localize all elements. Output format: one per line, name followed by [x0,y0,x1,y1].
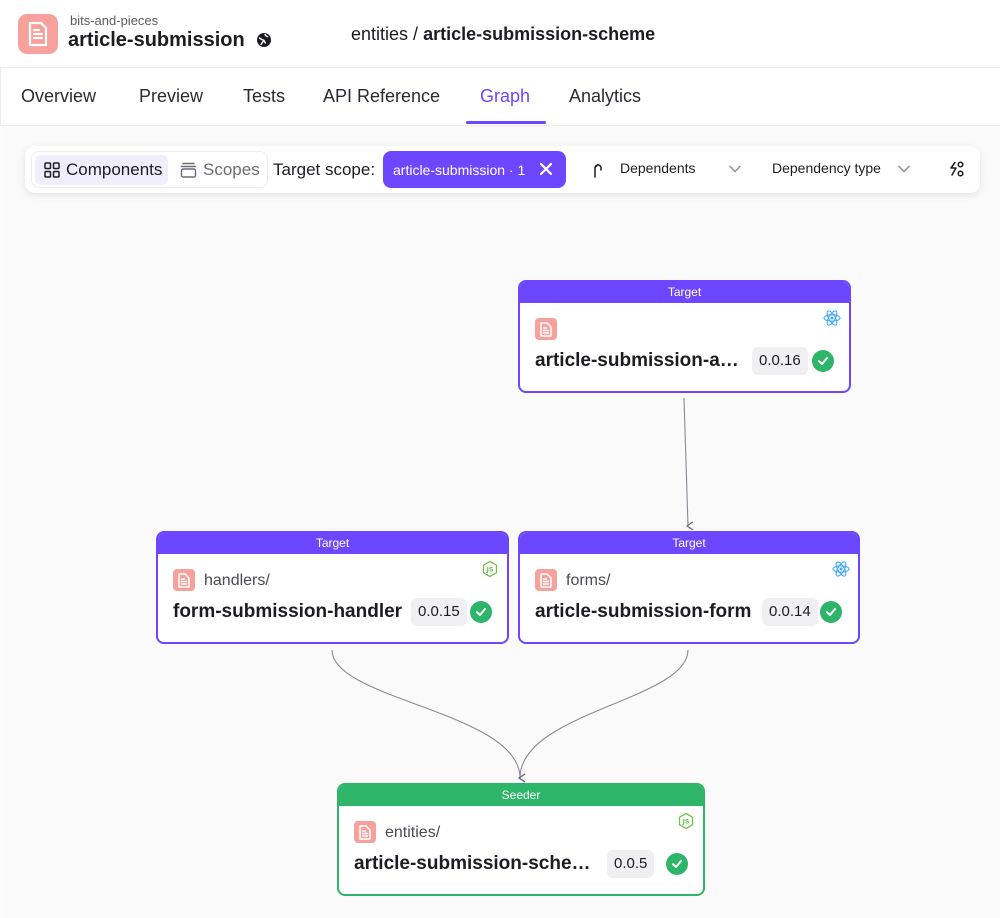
version-badge: 0.0.5 [607,850,655,878]
tab-overview[interactable]: Overview [21,86,96,107]
scope-name[interactable]: article-submission [68,29,245,52]
graph-node[interactable]: Seeder entities/ JS article-submission-s… [337,783,705,896]
check-icon [470,601,492,623]
nodejs-icon: JS [678,812,694,830]
component-namespace: entities/ [385,824,441,841]
check-icon [820,601,842,623]
component-icon [535,318,557,340]
breadcrumb-separator: / [408,24,424,44]
node-role-label: Target [520,282,849,303]
target-scope-chip-label: article-submission · 1 [393,161,526,178]
nodejs-icon: JS [482,560,498,578]
chevron-down-icon[interactable] [728,162,742,176]
version-badge: 0.0.15 [411,598,467,626]
breadcrumb-namespace[interactable]: entities [351,24,408,44]
dependency-type-dropdown[interactable]: Dependency type [772,160,881,176]
react-icon [832,561,850,577]
tab-graph[interactable]: Graph [480,86,530,107]
react-icon [823,310,841,326]
svg-text:JS: JS [681,818,689,826]
scopes-label: Scopes [203,160,260,179]
tab-tests[interactable]: Tests [243,86,285,107]
org-name[interactable]: bits-and-pieces [70,13,158,28]
grid-icon [44,162,60,178]
scope-logo-icon[interactable] [18,14,58,54]
scopes-stack-icon [180,162,197,178]
components-label: Components [66,160,163,179]
component-namespace: forms/ [566,572,611,589]
component-namespace: handlers/ [204,572,270,589]
dependents-icon [594,163,602,178]
component-icon [354,821,376,843]
scopes-view-button[interactable]: Scopes [171,155,266,185]
dependents-dropdown[interactable]: Dependents [620,160,696,176]
check-icon [666,853,688,875]
target-scope-chip[interactable]: article-submission · 1 [383,151,566,188]
graph-layout-icon[interactable] [947,160,965,178]
active-tab-indicator [466,121,546,124]
check-icon [812,350,834,372]
component-name: article-submission-app [535,350,740,371]
svg-text:JS: JS [485,566,493,574]
node-role-label: Target [520,533,858,554]
tab-preview[interactable]: Preview [139,86,203,107]
component-tabs: Overview Preview Tests API Reference Gra… [0,68,1000,126]
component-name: article-submission-scheme [354,853,594,874]
breadcrumb: entities / article-submission-scheme [351,24,655,45]
node-role-label: Target [158,533,507,554]
version-badge: 0.0.16 [752,347,808,375]
view-mode-toggle: Components Scopes [31,151,268,188]
component-icon [173,569,195,591]
component-name: article-submission-form [535,601,752,622]
graph-node[interactable]: Target handlers/ JS form-submission-hand… [156,531,509,644]
graph-node[interactable]: Target forms/ article-submission-form 0.… [518,531,860,644]
graph-node[interactable]: Target article-submission-app 0.0.16 [518,280,851,393]
graph-toolbar: Components Scopes Target scope: article-… [25,146,980,193]
version-badge: 0.0.14 [762,598,818,626]
tab-analytics[interactable]: Analytics [569,86,641,107]
close-icon[interactable] [538,161,554,177]
components-view-button[interactable]: Components [35,155,168,185]
component-name: form-submission-handler [173,601,403,622]
globe-icon [257,33,271,47]
component-icon [535,569,557,591]
breadcrumb-component: article-submission-scheme [423,24,656,44]
chevron-down-icon[interactable] [897,162,911,176]
target-scope-label: Target scope: [273,160,376,179]
node-role-label: Seeder [339,785,703,806]
tab-api-reference[interactable]: API Reference [323,86,440,107]
top-header: bits-and-pieces article-submission entit… [0,0,1000,68]
